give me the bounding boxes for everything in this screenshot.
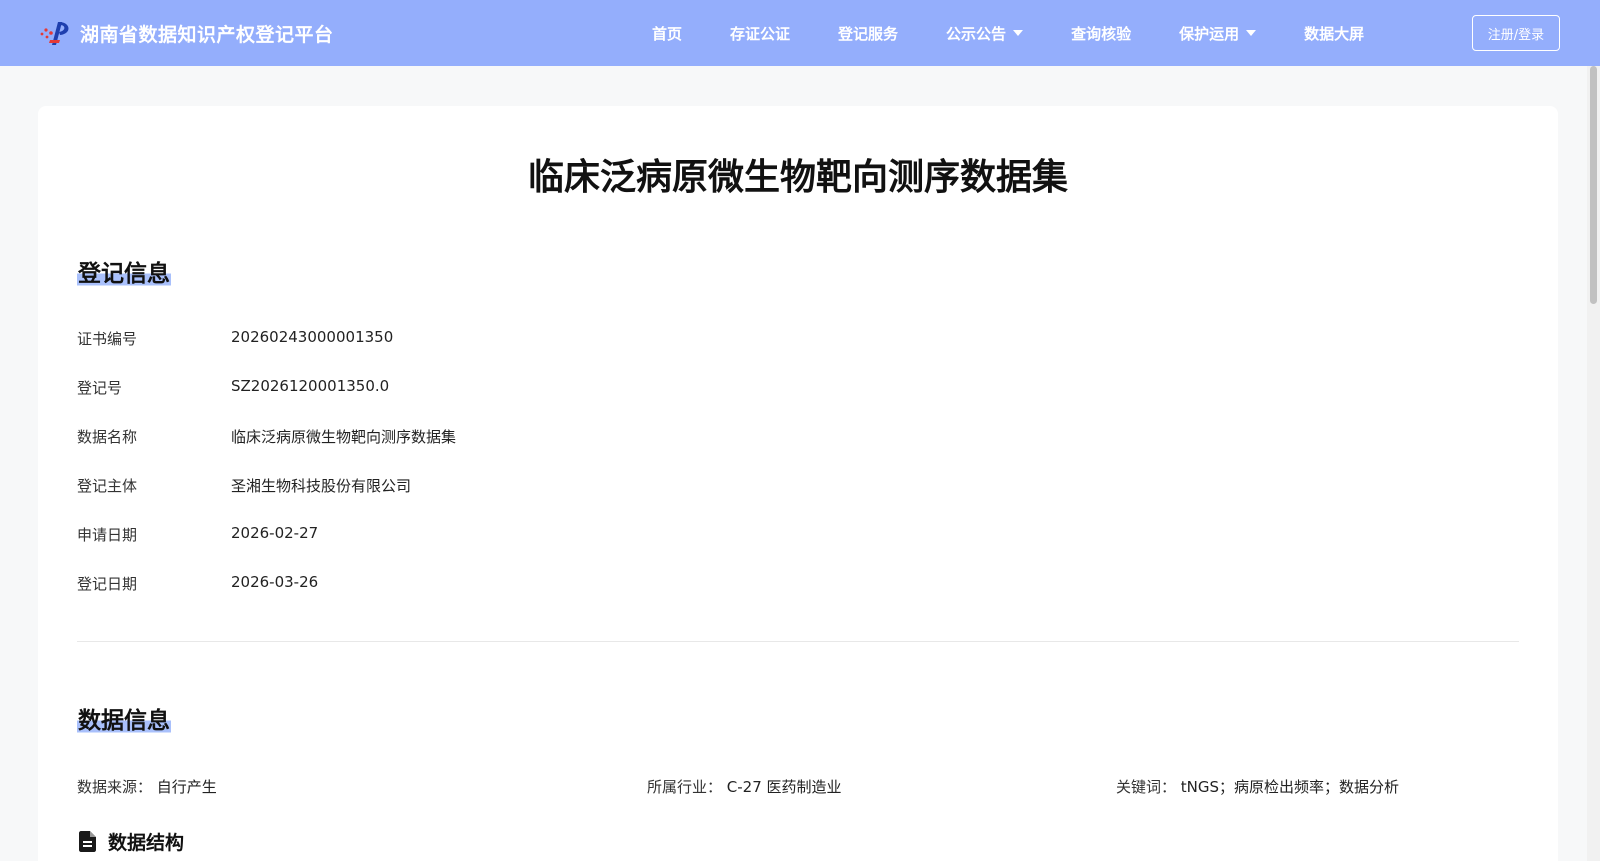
value-data-name: 临床泛病原微生物靶向测序数据集 [231,428,457,446]
section-title-registration: 登记信息 [77,254,171,288]
label-certificate-number: 证书编号 [77,330,138,348]
data-source: 数据来源： 自行产生 [77,776,217,797]
value-application-date: 2026-02-27 [231,524,319,542]
keywords: 关键词： tNGS；病原检出频率；数据分析 [1116,776,1399,797]
keywords-label: 关键词： [1116,778,1177,796]
label-registration-date: 登记日期 [77,575,138,593]
industry-label: 所属行业： [647,778,723,796]
main-nav: 首页 存证公证 登记服务 公示公告 查询核验 保护运用 数据大屏 [630,0,1364,66]
nav-item-registration-service[interactable]: 登记服务 [838,23,898,44]
section-title-data-info: 数据信息 [77,701,171,735]
nav-item-announcements[interactable]: 公示公告 [946,23,1024,44]
value-registration-number: SZ2026120001350.0 [231,377,390,395]
data-structure-title: 数据结构 [108,832,185,854]
nav-item-label: 保护运用 [1179,24,1240,43]
value-certificate-number: 20260243000001350 [231,328,394,346]
nav-item-query-verify[interactable]: 查询核验 [1071,23,1131,44]
label-registration-number: 登记号 [77,379,123,397]
nav-item-notarization[interactable]: 存证公证 [730,23,790,44]
top-navbar: 湖南省数据知识产权登记平台 首页 存证公证 登记服务 公示公告 查询核验 保护运… [0,0,1600,66]
page-title: 临床泛病原微生物靶向测序数据集 [527,157,1068,198]
nav-item-label: 公示公告 [946,24,1007,43]
data-source-label: 数据来源： [77,778,153,796]
detail-card: 临床泛病原微生物靶向测序数据集 登记信息 证书编号 20260243000001… [38,106,1558,861]
nav-item-label: 数据大屏 [1304,24,1365,43]
label-registrant: 登记主体 [77,477,138,495]
brand-title: 湖南省数据知识产权登记平台 [80,23,334,46]
platform-logo-icon [40,22,69,45]
data-structure-heading: 数据结构 [79,828,184,855]
nav-item-label: 登记服务 [838,24,899,43]
section-divider [77,641,1519,642]
nav-item-home[interactable]: 首页 [652,23,682,44]
industry-value: C-27 医药制造业 [726,778,842,796]
login-register-button[interactable]: 注册/登录 [1472,15,1560,51]
document-icon [79,831,96,852]
label-application-date: 申请日期 [77,526,138,544]
nav-item-label: 查询核验 [1071,24,1132,43]
label-data-name: 数据名称 [77,428,138,446]
caret-down-icon [1246,30,1257,36]
industry: 所属行业： C-27 医药制造业 [647,776,842,797]
nav-item-data-screen[interactable]: 数据大屏 [1304,23,1364,44]
caret-down-icon [1013,30,1024,36]
keywords-value: tNGS；病原检出频率；数据分析 [1180,778,1400,796]
value-registrant: 圣湘生物科技股份有限公司 [231,477,412,495]
nav-item-label: 首页 [652,24,683,43]
brand[interactable]: 湖南省数据知识产权登记平台 [38,18,334,48]
value-registration-date: 2026-03-26 [231,573,319,591]
data-source-value: 自行产生 [156,778,217,796]
nav-item-label: 存证公证 [730,24,791,43]
scrollbar-thumb[interactable] [1590,66,1597,304]
nav-item-protection[interactable]: 保护运用 [1179,23,1257,44]
